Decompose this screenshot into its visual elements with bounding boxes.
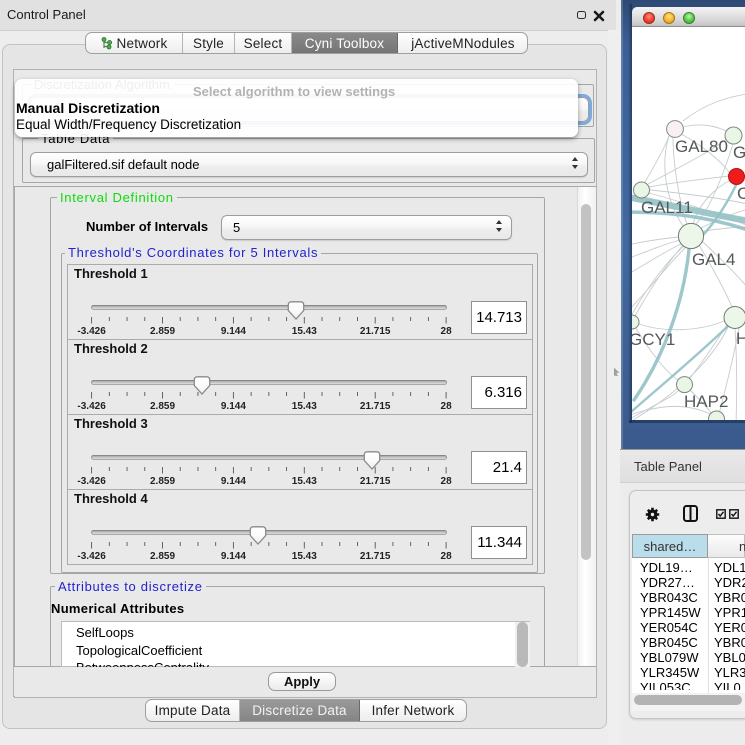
svg-text:H: H bbox=[736, 329, 745, 348]
svg-text:G.: G. bbox=[733, 143, 745, 162]
svg-text:HAP2: HAP2 bbox=[684, 392, 728, 411]
svg-text:GAL80: GAL80 bbox=[675, 137, 728, 156]
svg-text:C: C bbox=[737, 184, 745, 203]
svg-text:GAL11: GAL11 bbox=[641, 198, 693, 217]
svg-text:GAL4: GAL4 bbox=[692, 250, 735, 269]
svg-text:GCY1: GCY1 bbox=[632, 330, 675, 349]
